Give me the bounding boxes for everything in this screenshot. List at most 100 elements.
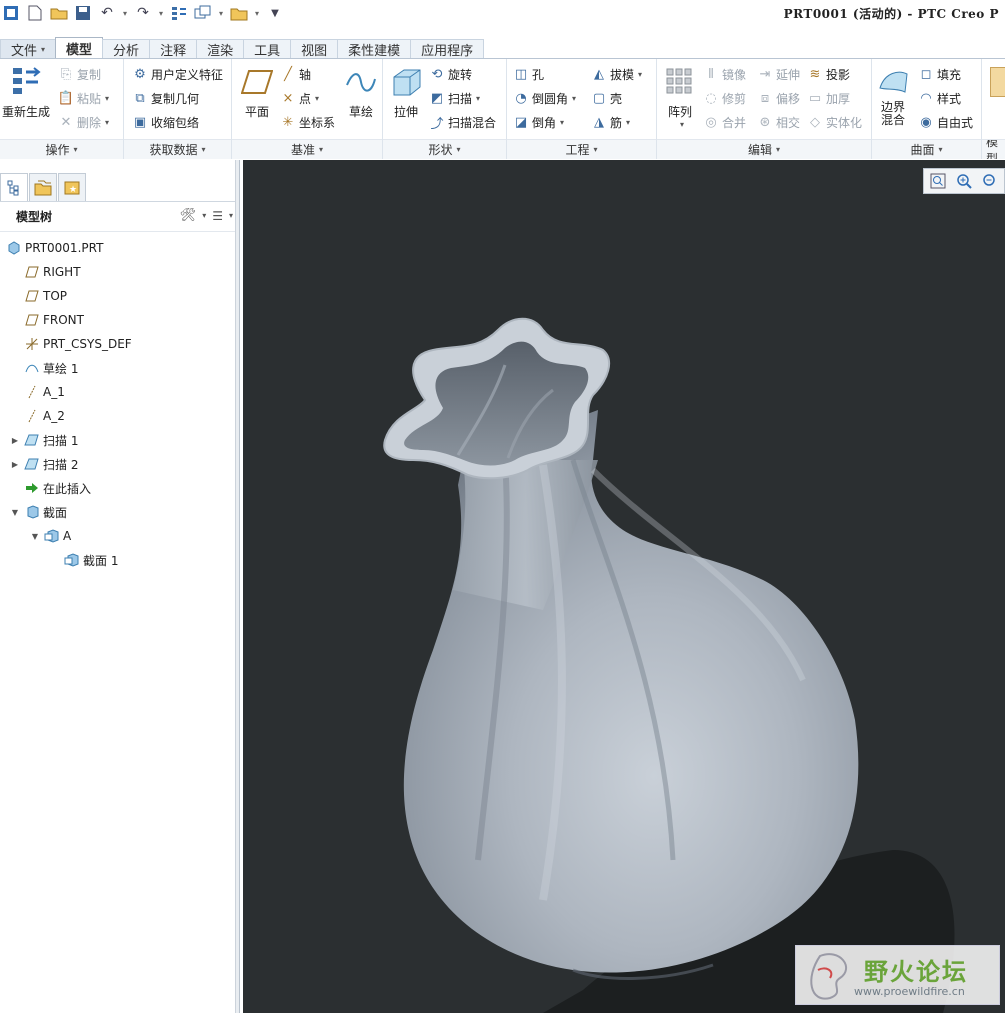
- expand-icon[interactable]: ▶: [10, 436, 20, 445]
- tab-flexible-modeling[interactable]: 柔性建模: [337, 39, 412, 59]
- tree-item-top[interactable]: TOP: [10, 286, 67, 306]
- draft-button[interactable]: ◭ 拔模 ▾: [591, 64, 642, 84]
- group-operations-label[interactable]: 操作 ▾: [0, 139, 123, 159]
- fill-button[interactable]: ◻ 填充: [918, 64, 961, 84]
- close-icon[interactable]: [228, 2, 250, 24]
- tab-analysis[interactable]: 分析: [102, 39, 151, 59]
- tab-view[interactable]: 视图: [290, 39, 339, 59]
- group-datum-label[interactable]: 基准 ▾: [232, 139, 382, 159]
- vase-model[interactable]: [243, 160, 1005, 1013]
- favorites-tab-icon[interactable]: ★: [58, 173, 86, 201]
- customize-toolbar-icon[interactable]: ▼: [264, 2, 286, 24]
- tree-item-9[interactable]: ▶ 扫描 2: [10, 454, 79, 474]
- axis-button[interactable]: ╱ 轴: [280, 64, 311, 84]
- windows-icon[interactable]: [192, 2, 214, 24]
- windows-dropdown-icon[interactable]: ▾: [216, 2, 226, 24]
- save-icon[interactable]: [72, 2, 94, 24]
- tree-item-a[interactable]: ▼ A: [30, 526, 71, 546]
- group-engineering-label[interactable]: 工程 ▾: [507, 139, 656, 159]
- regenerate-icon[interactable]: [168, 2, 190, 24]
- sketch-button[interactable]: 草绘: [344, 65, 378, 120]
- chevron-down-icon[interactable]: ▾: [229, 211, 233, 220]
- point-button[interactable]: × 点 ▾: [280, 88, 319, 108]
- paste-button[interactable]: 📋 粘贴 ▾: [58, 88, 109, 108]
- rib-button[interactable]: ◮ 筋 ▾: [591, 112, 630, 132]
- graphics-window[interactable]: 野火论坛 www.proewildfire.cn: [243, 160, 1005, 1013]
- tab-file[interactable]: 文件 ▾: [0, 39, 57, 59]
- tree-item-a-1[interactable]: A_1: [10, 382, 65, 402]
- revolve-button[interactable]: ⟲ 旋转: [429, 64, 472, 84]
- tree-item-10[interactable]: 在此插入: [10, 478, 91, 498]
- folder-browser-tab-icon[interactable]: [29, 173, 57, 201]
- freestyle-button[interactable]: ◉ 自由式: [918, 112, 973, 132]
- shrinkwrap-button[interactable]: ▣ 收缩包络: [132, 112, 199, 132]
- group-label-text: 模型: [986, 139, 999, 159]
- collapse-icon[interactable]: ▼: [30, 532, 40, 541]
- chevron-down-icon[interactable]: ▾: [202, 211, 206, 220]
- delete-button[interactable]: ✕ 删除 ▾: [58, 112, 109, 132]
- collapse-icon[interactable]: ▼: [10, 508, 20, 517]
- project-button[interactable]: ≋ 投影: [807, 64, 850, 84]
- group-editing-label[interactable]: 编辑 ▾: [657, 139, 871, 159]
- shell-button[interactable]: ▢ 壳: [591, 88, 622, 108]
- new-icon[interactable]: [24, 2, 46, 24]
- chamfer-button[interactable]: ◪ 倒角 ▾: [513, 112, 564, 132]
- csys-button[interactable]: ✳ 坐标系: [280, 112, 335, 132]
- tab-model[interactable]: 模型: [55, 37, 104, 59]
- tree-item-5[interactable]: 草绘 1: [10, 358, 78, 378]
- group-shapes-label[interactable]: 形状 ▾: [383, 139, 506, 159]
- round-button[interactable]: ◔ 倒圆角 ▾: [513, 88, 576, 108]
- tree-item-11[interactable]: ▼ 截面: [10, 502, 67, 522]
- extend-button[interactable]: ⇥ 延伸: [757, 64, 800, 84]
- offset-button[interactable]: ⧈ 偏移: [757, 88, 800, 108]
- model-tree-tab-icon[interactable]: [0, 173, 28, 201]
- udf-button[interactable]: ⚙ 用户定义特征: [132, 64, 223, 84]
- hole-button[interactable]: ◫ 孔: [513, 64, 544, 84]
- chevron-down-icon: ▾: [315, 93, 320, 103]
- tab-tools[interactable]: 工具: [243, 39, 292, 59]
- boundary-blend-button[interactable]: 边界混合: [876, 65, 910, 127]
- group-surfaces-label[interactable]: 曲面 ▾: [872, 139, 981, 159]
- tree-item-8[interactable]: ▶ 扫描 1: [10, 430, 79, 450]
- show-options-icon[interactable]: ☰: [212, 209, 223, 223]
- undo-dropdown-icon[interactable]: ▾: [120, 2, 130, 24]
- merge-button[interactable]: ◎ 合并: [703, 112, 746, 132]
- tree-item-prt0001-prt[interactable]: PRT0001.PRT: [6, 238, 103, 258]
- mirror-button[interactable]: ⫴ 镜像: [703, 64, 746, 84]
- tree-item-front[interactable]: FRONT: [10, 310, 84, 330]
- intersect-button[interactable]: ⊛ 相交: [757, 112, 800, 132]
- redo-icon[interactable]: ↷: [132, 2, 154, 24]
- trim-button[interactable]: ◌ 修剪: [703, 88, 746, 108]
- tab-applications[interactable]: 应用程序: [410, 39, 485, 59]
- tree-item-prt-csys-def[interactable]: PRT_CSYS_DEF: [10, 334, 132, 354]
- copy-geometry-button[interactable]: ⧉ 复制几何: [132, 88, 199, 108]
- style-label: 样式: [937, 91, 962, 106]
- redo-dropdown-icon[interactable]: ▾: [156, 2, 166, 24]
- pattern-button[interactable]: 阵列 ▾: [663, 65, 697, 129]
- thicken-button[interactable]: ▭ 加厚: [807, 88, 850, 108]
- app-icon[interactable]: [0, 2, 22, 24]
- tree-item-a-2[interactable]: A_2: [10, 406, 65, 426]
- group-get-data-label[interactable]: 获取数据 ▾: [124, 139, 231, 159]
- undo-icon[interactable]: ↶: [96, 2, 118, 24]
- group-model-intent-label[interactable]: 模型: [982, 139, 1005, 159]
- extrude-button[interactable]: 拉伸: [389, 65, 423, 120]
- close-dropdown-icon[interactable]: ▾: [252, 2, 262, 24]
- tree-item-13[interactable]: 截面 1: [50, 550, 118, 570]
- copy-button[interactable]: ⎘ 复制: [58, 64, 101, 84]
- open-icon[interactable]: [48, 2, 70, 24]
- settings-icon[interactable]: 🛠: [180, 208, 197, 223]
- tab-render[interactable]: 渲染: [196, 39, 245, 59]
- panel-splitter[interactable]: [235, 160, 239, 1013]
- copy-icon: ⎘: [60, 66, 72, 82]
- sweep-button[interactable]: ◩ 扫描 ▾: [429, 88, 480, 108]
- plane-button[interactable]: 平面: [240, 65, 274, 120]
- tree-item-right[interactable]: RIGHT: [10, 262, 81, 282]
- solidify-button[interactable]: ◇ 实体化: [807, 112, 862, 132]
- chevron-down-icon: ▾: [638, 69, 643, 79]
- expand-icon[interactable]: ▶: [10, 460, 20, 469]
- style-button[interactable]: ◠ 样式: [918, 88, 961, 108]
- tab-annotate[interactable]: 注释: [149, 39, 198, 59]
- regenerate-button[interactable]: 重新生成: [2, 65, 50, 120]
- swept-blend-button[interactable]: ⤴ 扫描混合: [429, 112, 496, 132]
